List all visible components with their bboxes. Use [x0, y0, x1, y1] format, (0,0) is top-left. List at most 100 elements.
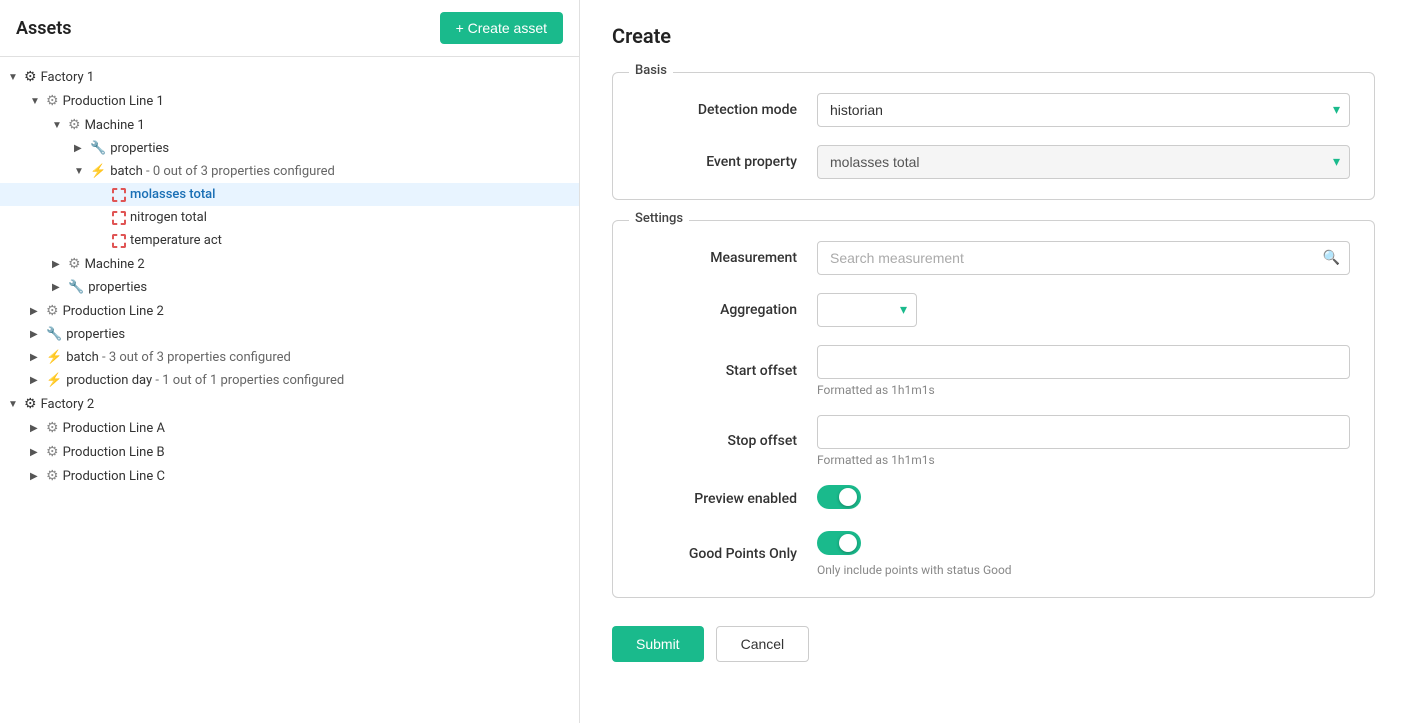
assets-title: Assets — [16, 18, 72, 39]
chevron-right-icon: ▶ — [30, 329, 46, 340]
aggregation-row: Aggregation avg sum min max ▾ — [637, 293, 1350, 327]
chevron-down-icon: ▼ — [74, 166, 90, 177]
tree-item-properties3[interactable]: ▶🔧 properties — [0, 323, 579, 346]
chevron-right-icon: ▶ — [30, 306, 46, 317]
tree-item-machine2[interactable]: ▶⚙ Machine 2 — [0, 252, 579, 276]
start-offset-row: Start offset 0s Formatted as 1h1m1s — [637, 345, 1350, 397]
detection-mode-control: historian manual automatic ▾ — [817, 93, 1350, 127]
stop-offset-input[interactable]: 0s — [817, 415, 1350, 449]
chevron-right-icon: ▶ — [30, 375, 46, 386]
stop-offset-row: Stop offset 0s Formatted as 1h1m1s — [637, 415, 1350, 467]
chevron-down-icon: ▼ — [30, 96, 46, 107]
event-property-control: molasses total ▾ — [817, 145, 1350, 179]
measurement-search-wrapper: 🔍 — [817, 241, 1350, 275]
tree-item-label: Machine 1 — [85, 118, 145, 133]
tree-item-label: Factory 1 — [41, 70, 95, 85]
measurement-search-input[interactable] — [817, 241, 1350, 275]
start-offset-label: Start offset — [637, 363, 817, 379]
good-points-label: Good Points Only — [637, 546, 817, 562]
tree-item-prodlineA[interactable]: ▶⚙Production Line A — [0, 416, 579, 440]
measurement-control: 🔍 — [817, 241, 1350, 275]
tree-item-nitrogen[interactable]: nitrogen total — [0, 206, 579, 229]
start-offset-control: 0s Formatted as 1h1m1s — [817, 345, 1350, 397]
submit-button[interactable]: Submit — [612, 626, 704, 662]
good-points-toggle[interactable] — [817, 531, 861, 555]
cancel-button[interactable]: Cancel — [716, 626, 810, 662]
settings-section: Settings Measurement 🔍 Aggregation avg s… — [612, 220, 1375, 598]
chevron-down-icon: ▼ — [8, 399, 24, 410]
tree-item-batch2[interactable]: ▶⚡batch - 3 out of 3 properties configur… — [0, 346, 579, 369]
event-property-row: Event property molasses total ▾ — [637, 145, 1350, 179]
tree-item-label: Machine 2 — [85, 257, 145, 272]
chevron-right-icon: ▶ — [30, 352, 46, 363]
good-points-hint: Only include points with status Good — [817, 563, 1350, 577]
dashed-icon — [112, 211, 126, 225]
event-property-select-wrapper: molasses total ▾ — [817, 145, 1350, 179]
search-icon: 🔍 — [1323, 250, 1340, 266]
preview-enabled-row: Preview enabled — [637, 485, 1350, 513]
basis-section: Basis Detection mode historian manual au… — [612, 72, 1375, 200]
stop-offset-hint: Formatted as 1h1m1s — [817, 453, 1350, 467]
detection-mode-row: Detection mode historian manual automati… — [637, 93, 1350, 127]
tree-item-prodline1[interactable]: ▼⚙Production Line 1 — [0, 89, 579, 113]
tree-item-label: Production Line B — [63, 445, 165, 460]
start-offset-input[interactable]: 0s — [817, 345, 1350, 379]
tree-item-label: properties — [110, 141, 169, 156]
wrench-icon: 🔧 — [90, 141, 106, 156]
aggregation-select[interactable]: avg sum min max — [817, 293, 917, 327]
tree-item-molasses[interactable]: molasses total — [0, 183, 579, 206]
aggregation-control: avg sum min max ▾ — [817, 293, 1350, 327]
tree-item-label: Production Line 2 — [63, 304, 164, 319]
measurement-row: Measurement 🔍 — [637, 241, 1350, 275]
dashed-icon — [112, 234, 126, 248]
chevron-right-icon: ▶ — [30, 447, 46, 458]
page-title: Create — [612, 24, 1375, 48]
chevron-right-icon: ▶ — [74, 143, 90, 154]
preview-enabled-label: Preview enabled — [637, 491, 817, 507]
create-asset-button[interactable]: + Create asset — [440, 12, 563, 44]
factory-icon: ⚙ — [24, 69, 37, 85]
dashed-icon — [112, 188, 126, 202]
gear-icon: ⚙ — [46, 303, 59, 319]
preview-enabled-toggle[interactable] — [817, 485, 861, 509]
form-footer: Submit Cancel — [612, 618, 1375, 662]
good-points-row: Good Points Only Only include points wit… — [637, 531, 1350, 577]
chevron-right-icon: ▶ — [52, 259, 68, 270]
tree-item-machine1[interactable]: ▼⚙Machine 1 — [0, 113, 579, 137]
event-property-select[interactable]: molasses total — [817, 145, 1350, 179]
tree-item-label: Production Line 1 — [63, 94, 164, 109]
chevron-right-icon: ▶ — [30, 423, 46, 434]
left-panel: Assets + Create asset ▼⚙Factory 1▼⚙Produ… — [0, 0, 580, 723]
detection-mode-select-wrapper: historian manual automatic ▾ — [817, 93, 1350, 127]
gear-icon: ⚙ — [46, 444, 59, 460]
chevron-down-icon: ▼ — [8, 72, 24, 83]
tree-item-label: Production Line C — [63, 469, 165, 484]
tree-item-label: Production Line A — [63, 421, 165, 436]
tree-item-prodlineB[interactable]: ▶⚙ Production Line B — [0, 440, 579, 464]
tree-item-prodline2[interactable]: ▶⚙ Production Line 2 — [0, 299, 579, 323]
tree-item-prodlineC[interactable]: ▶⚙Production Line C — [0, 464, 579, 488]
tree-item-properties2[interactable]: ▶🔧properties — [0, 276, 579, 299]
factory-icon: ⚙ — [24, 396, 37, 412]
aggregation-select-wrapper: avg sum min max ▾ — [817, 293, 917, 327]
detection-mode-select[interactable]: historian manual automatic — [817, 93, 1350, 127]
start-offset-hint: Formatted as 1h1m1s — [817, 383, 1350, 397]
detection-mode-label: Detection mode — [637, 102, 817, 118]
chevron-right-icon: ▶ — [30, 471, 46, 482]
stop-offset-label: Stop offset — [637, 433, 817, 449]
chevron-right-icon: ▶ — [52, 282, 68, 293]
wrench-icon: 🔧 — [46, 327, 62, 342]
tree-item-factory2[interactable]: ▼⚙Factory 2 — [0, 392, 579, 416]
tree-item-properties1[interactable]: ▶🔧 properties — [0, 137, 579, 160]
tree-item-prodday[interactable]: ▶⚡production day - 1 out of 1 properties… — [0, 369, 579, 392]
tree-item-label: properties — [66, 327, 125, 342]
tree-item-factory1[interactable]: ▼⚙ Factory 1 — [0, 65, 579, 89]
tree-item-temperature[interactable]: temperature act — [0, 229, 579, 252]
preview-enabled-control — [817, 485, 1350, 513]
left-header: Assets + Create asset — [0, 0, 579, 57]
tree-item-batch1[interactable]: ▼⚡batch - 0 out of 3 properties configur… — [0, 160, 579, 183]
gear-icon: ⚙ — [68, 256, 81, 272]
right-panel: Create Basis Detection mode historian ma… — [580, 0, 1407, 723]
tree-item-label: batch - 0 out of 3 properties configured — [110, 164, 335, 179]
tree-item-label: batch - 3 out of 3 properties configured — [66, 350, 291, 365]
